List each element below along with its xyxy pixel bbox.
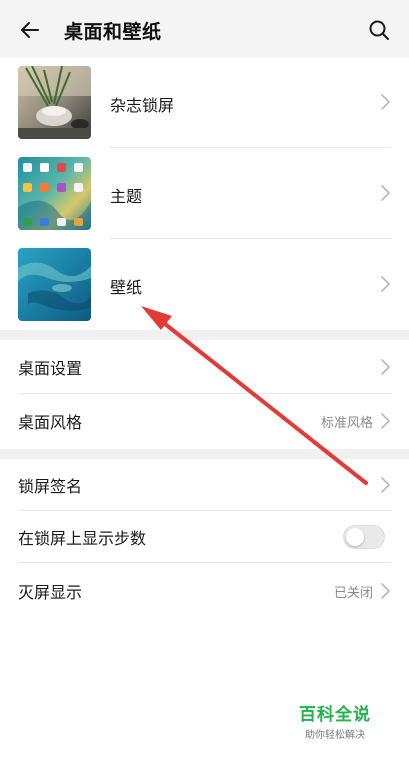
lock-signature-label: 锁屏签名 [18,477,83,496]
row-divider [18,562,391,563]
chevron-right-icon [381,413,390,429]
watermark-tagline: 助你轻松解决 [305,730,365,741]
wallpaper-thumbnail [18,248,91,321]
magazine-lockscreen-row[interactable]: 杂志锁屏 [0,57,409,147]
toggle-knob [346,528,364,546]
lock-steps-toggle[interactable] [343,525,385,549]
chevron-right-icon [381,94,390,110]
wallpaper-row[interactable]: 壁纸 [0,239,409,329]
section-gap [0,330,409,340]
theme-row[interactable]: 主题 [0,148,409,238]
desktop-style-value: 标准风格 [320,416,373,431]
aod-label: 灭屏显示 [18,583,83,602]
arrow-left-icon [21,22,39,38]
theme-thumbnail [18,157,91,230]
lock-steps-label: 在锁屏上显示步数 [18,529,147,548]
chevron-right-icon [381,359,390,375]
chevron-right-icon [381,583,390,599]
desktop-settings-row[interactable]: 桌面设置 [0,341,409,393]
chevron-right-icon [381,477,390,493]
page-title: 桌面和壁纸 [64,21,162,43]
app-header: 桌面和壁纸 [0,0,409,58]
wallpaper-label: 壁纸 [110,278,143,297]
watermark-logo: 百科全说 助你轻松解决 [290,700,380,741]
back-button[interactable] [12,12,48,48]
magazine-lockscreen-label: 杂志锁屏 [110,96,175,115]
aod-value: 已关闭 [333,586,373,601]
watermark-brand: 百科全说 [299,705,371,725]
desktop-style-row[interactable]: 桌面风格 标准风格 [0,395,409,447]
aod-row[interactable]: 灭屏显示 已关闭 [0,565,409,617]
row-divider [18,393,391,394]
desktop-settings-label: 桌面设置 [18,359,83,378]
section-gap [0,449,409,459]
lock-steps-row: 在锁屏上显示步数 [0,511,409,563]
theme-label: 主题 [110,187,143,206]
search-button[interactable] [361,12,397,48]
search-icon [369,20,389,40]
chevron-right-icon [381,276,390,292]
magazine-lockscreen-thumbnail [18,66,91,139]
lock-signature-row[interactable]: 锁屏签名 [0,459,409,511]
desktop-style-label: 桌面风格 [18,413,83,432]
chevron-right-icon [381,185,390,201]
